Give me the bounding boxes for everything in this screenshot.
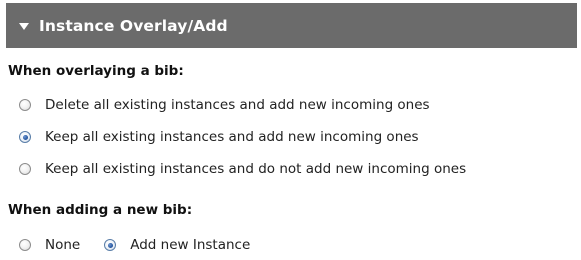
radio-add-new-instance[interactable] bbox=[104, 239, 117, 251]
radio-label[interactable]: Delete all existing instances and add ne… bbox=[45, 97, 430, 113]
radio-label[interactable]: Keep all existing instances and add new … bbox=[45, 129, 419, 145]
radio-none[interactable] bbox=[19, 239, 31, 251]
overlay-option-keep-all-add-new[interactable]: Keep all existing instances and add new … bbox=[19, 127, 419, 147]
radio-delete-all-add-new[interactable] bbox=[19, 99, 31, 111]
radio-keep-all-add-new[interactable] bbox=[19, 131, 31, 143]
add-option-add-new-instance[interactable]: Add new Instance bbox=[104, 237, 250, 253]
panel-title: Instance Overlay/Add bbox=[39, 16, 228, 35]
overlay-option-delete-all[interactable]: Delete all existing instances and add ne… bbox=[19, 95, 430, 115]
radio-label[interactable]: Keep all existing instances and do not a… bbox=[45, 161, 466, 177]
overlay-section-label: When overlaying a bib: bbox=[8, 63, 184, 79]
add-section-label: When adding a new bib: bbox=[8, 202, 193, 218]
add-options-group: None Add new Instance bbox=[19, 235, 274, 255]
add-option-none[interactable]: None bbox=[19, 237, 80, 253]
radio-label[interactable]: None bbox=[45, 237, 80, 253]
instance-overlay-panel-header[interactable]: Instance Overlay/Add bbox=[6, 3, 577, 48]
radio-keep-all-no-add[interactable] bbox=[19, 163, 31, 175]
radio-label[interactable]: Add new Instance bbox=[130, 237, 250, 253]
triangle-down-icon[interactable] bbox=[19, 22, 29, 30]
overlay-option-keep-all-no-add[interactable]: Keep all existing instances and do not a… bbox=[19, 159, 466, 179]
